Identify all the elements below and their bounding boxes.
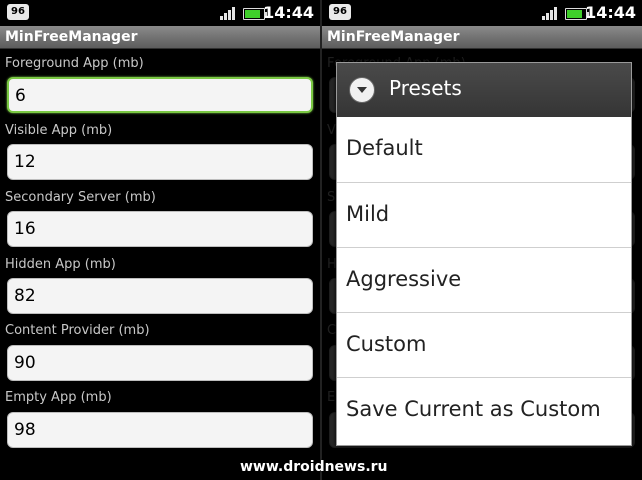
- preset-label: Default: [346, 136, 423, 160]
- chevron-down-circle-icon: [349, 77, 375, 103]
- input-hidden-app[interactable]: 82: [7, 278, 313, 314]
- preset-default[interactable]: Default: [337, 117, 631, 182]
- app-title: MinFreeManager: [322, 26, 642, 49]
- preset-custom[interactable]: Custom: [337, 312, 631, 377]
- screen-main: 96 14:44 MinFreeManager Foreground App (…: [0, 0, 320, 480]
- label-secondary-server: Secondary Server (mb): [5, 190, 156, 205]
- dialog-title: Presets: [389, 76, 462, 100]
- status-bar: 96 14:44: [0, 0, 320, 26]
- presets-dialog: Presets Default Mild Aggressive Custom S…: [336, 62, 632, 446]
- label-content-provider: Content Provider (mb): [5, 323, 150, 338]
- label-empty-app: Empty App (mb): [5, 390, 112, 405]
- preset-label: Save Current as Custom: [346, 397, 601, 421]
- label-foreground-app: Foreground App (mb): [5, 56, 144, 71]
- status-clock: 14:44: [263, 3, 314, 22]
- notification-badge[interactable]: 96: [7, 4, 29, 20]
- input-content-provider[interactable]: 90: [7, 345, 313, 381]
- watermark: www.droidnews.ru: [240, 459, 388, 475]
- dialog-header: Presets: [337, 63, 631, 117]
- app-title: MinFreeManager: [0, 26, 320, 49]
- preset-save-current[interactable]: Save Current as Custom: [337, 377, 631, 445]
- input-visible-app[interactable]: 12: [7, 144, 313, 180]
- signal-icon: [542, 6, 558, 20]
- battery-icon: [565, 8, 589, 20]
- label-hidden-app: Hidden App (mb): [5, 257, 116, 272]
- status-clock: 14:44: [585, 3, 636, 22]
- signal-icon: [220, 6, 236, 20]
- battery-icon: [243, 8, 267, 20]
- input-empty-app[interactable]: 98: [7, 412, 313, 448]
- preset-label: Mild: [346, 202, 390, 226]
- input-foreground-app[interactable]: 6: [7, 77, 313, 113]
- preset-label: Aggressive: [346, 267, 462, 291]
- input-secondary-server[interactable]: 16: [7, 211, 313, 247]
- preset-aggressive[interactable]: Aggressive: [337, 247, 631, 312]
- notification-badge[interactable]: 96: [329, 4, 351, 20]
- preset-mild[interactable]: Mild: [337, 182, 631, 247]
- label-visible-app: Visible App (mb): [5, 123, 113, 138]
- status-bar: 96 14:44: [322, 0, 642, 26]
- preset-label: Custom: [346, 332, 427, 356]
